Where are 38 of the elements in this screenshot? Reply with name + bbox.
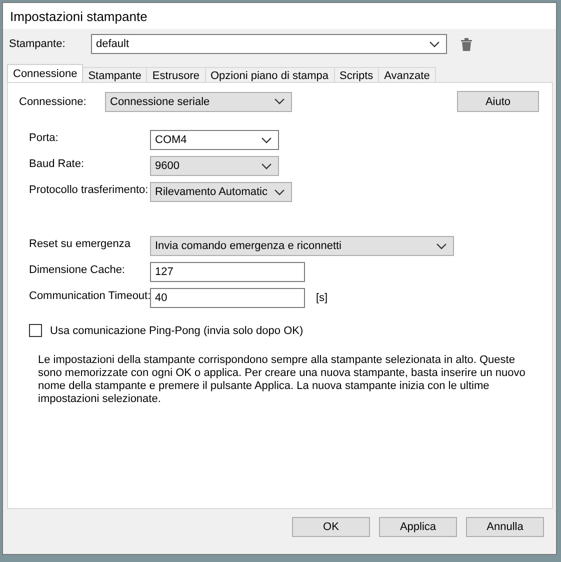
combo-box[interactable]: COM4 — [150, 130, 279, 150]
field-label: Protocollo trasferimento: — [29, 183, 150, 196]
help-button[interactable]: Aiuto — [457, 91, 539, 112]
unit-label: [s] — [316, 292, 328, 304]
tab[interactable]: Scripts — [334, 67, 380, 82]
info-text: Le impostazioni della stampante corrispondono sempre alla stampante selezionata in alto. Queste sono memorizzate con ogni OK o applica. Per creare una nuova stampante, basta inserire un nuovo nome della stampante e premere il pulsante Applica. La nuova stampante inizia con le ultime impostazioni selezionate. — [38, 354, 526, 406]
tab[interactable]: Connessione — [7, 64, 84, 82]
checkbox-label[interactable]: Usa comunicazione Ping-Pong (invia solo dopo OK) — [50, 324, 304, 336]
chevron-icon — [436, 242, 447, 250]
dialog-button[interactable]: Annulla — [466, 517, 544, 537]
chevron-icon — [429, 40, 440, 48]
field-label: Communication Timeout: — [29, 289, 150, 302]
checkbox[interactable] — [29, 324, 42, 337]
printer-label: Stampante: — [9, 38, 66, 50]
field-label: Dimensione Cache: — [29, 263, 126, 276]
connection-label: Connessione: — [19, 96, 88, 108]
window-title: Impostazioni stampante — [3, 3, 556, 29]
combo-box[interactable]: default — [91, 34, 447, 54]
input-field[interactable]: 127 — [150, 262, 305, 282]
dialog-button[interactable]: Applica — [379, 517, 457, 537]
trash-icon[interactable] — [461, 38, 472, 50]
tab[interactable]: Opzioni piano di stampa — [204, 67, 335, 82]
dialog-button[interactable]: OK — [292, 517, 370, 537]
dropdown[interactable]: Rilevamento Automatic — [150, 182, 292, 202]
field-label: Baud Rate: — [29, 157, 86, 170]
tab[interactable]: Stampante — [82, 67, 148, 82]
input-field[interactable]: 40 — [150, 288, 305, 308]
dropdown[interactable]: Connessione seriale — [105, 92, 292, 112]
chevron-icon — [261, 162, 272, 170]
chevron-icon — [274, 188, 284, 196]
dropdown[interactable]: 9600 — [150, 156, 279, 176]
field-label: Porta: — [29, 131, 60, 144]
dropdown[interactable]: Invia comando emergenza e riconnetti — [150, 236, 454, 256]
field-label: Reset su emergenza — [29, 237, 132, 250]
tab[interactable]: Avanzate — [378, 67, 436, 82]
chevron-icon — [261, 136, 272, 144]
chevron-icon — [274, 98, 285, 105]
tab[interactable]: Estrusore — [146, 67, 206, 82]
